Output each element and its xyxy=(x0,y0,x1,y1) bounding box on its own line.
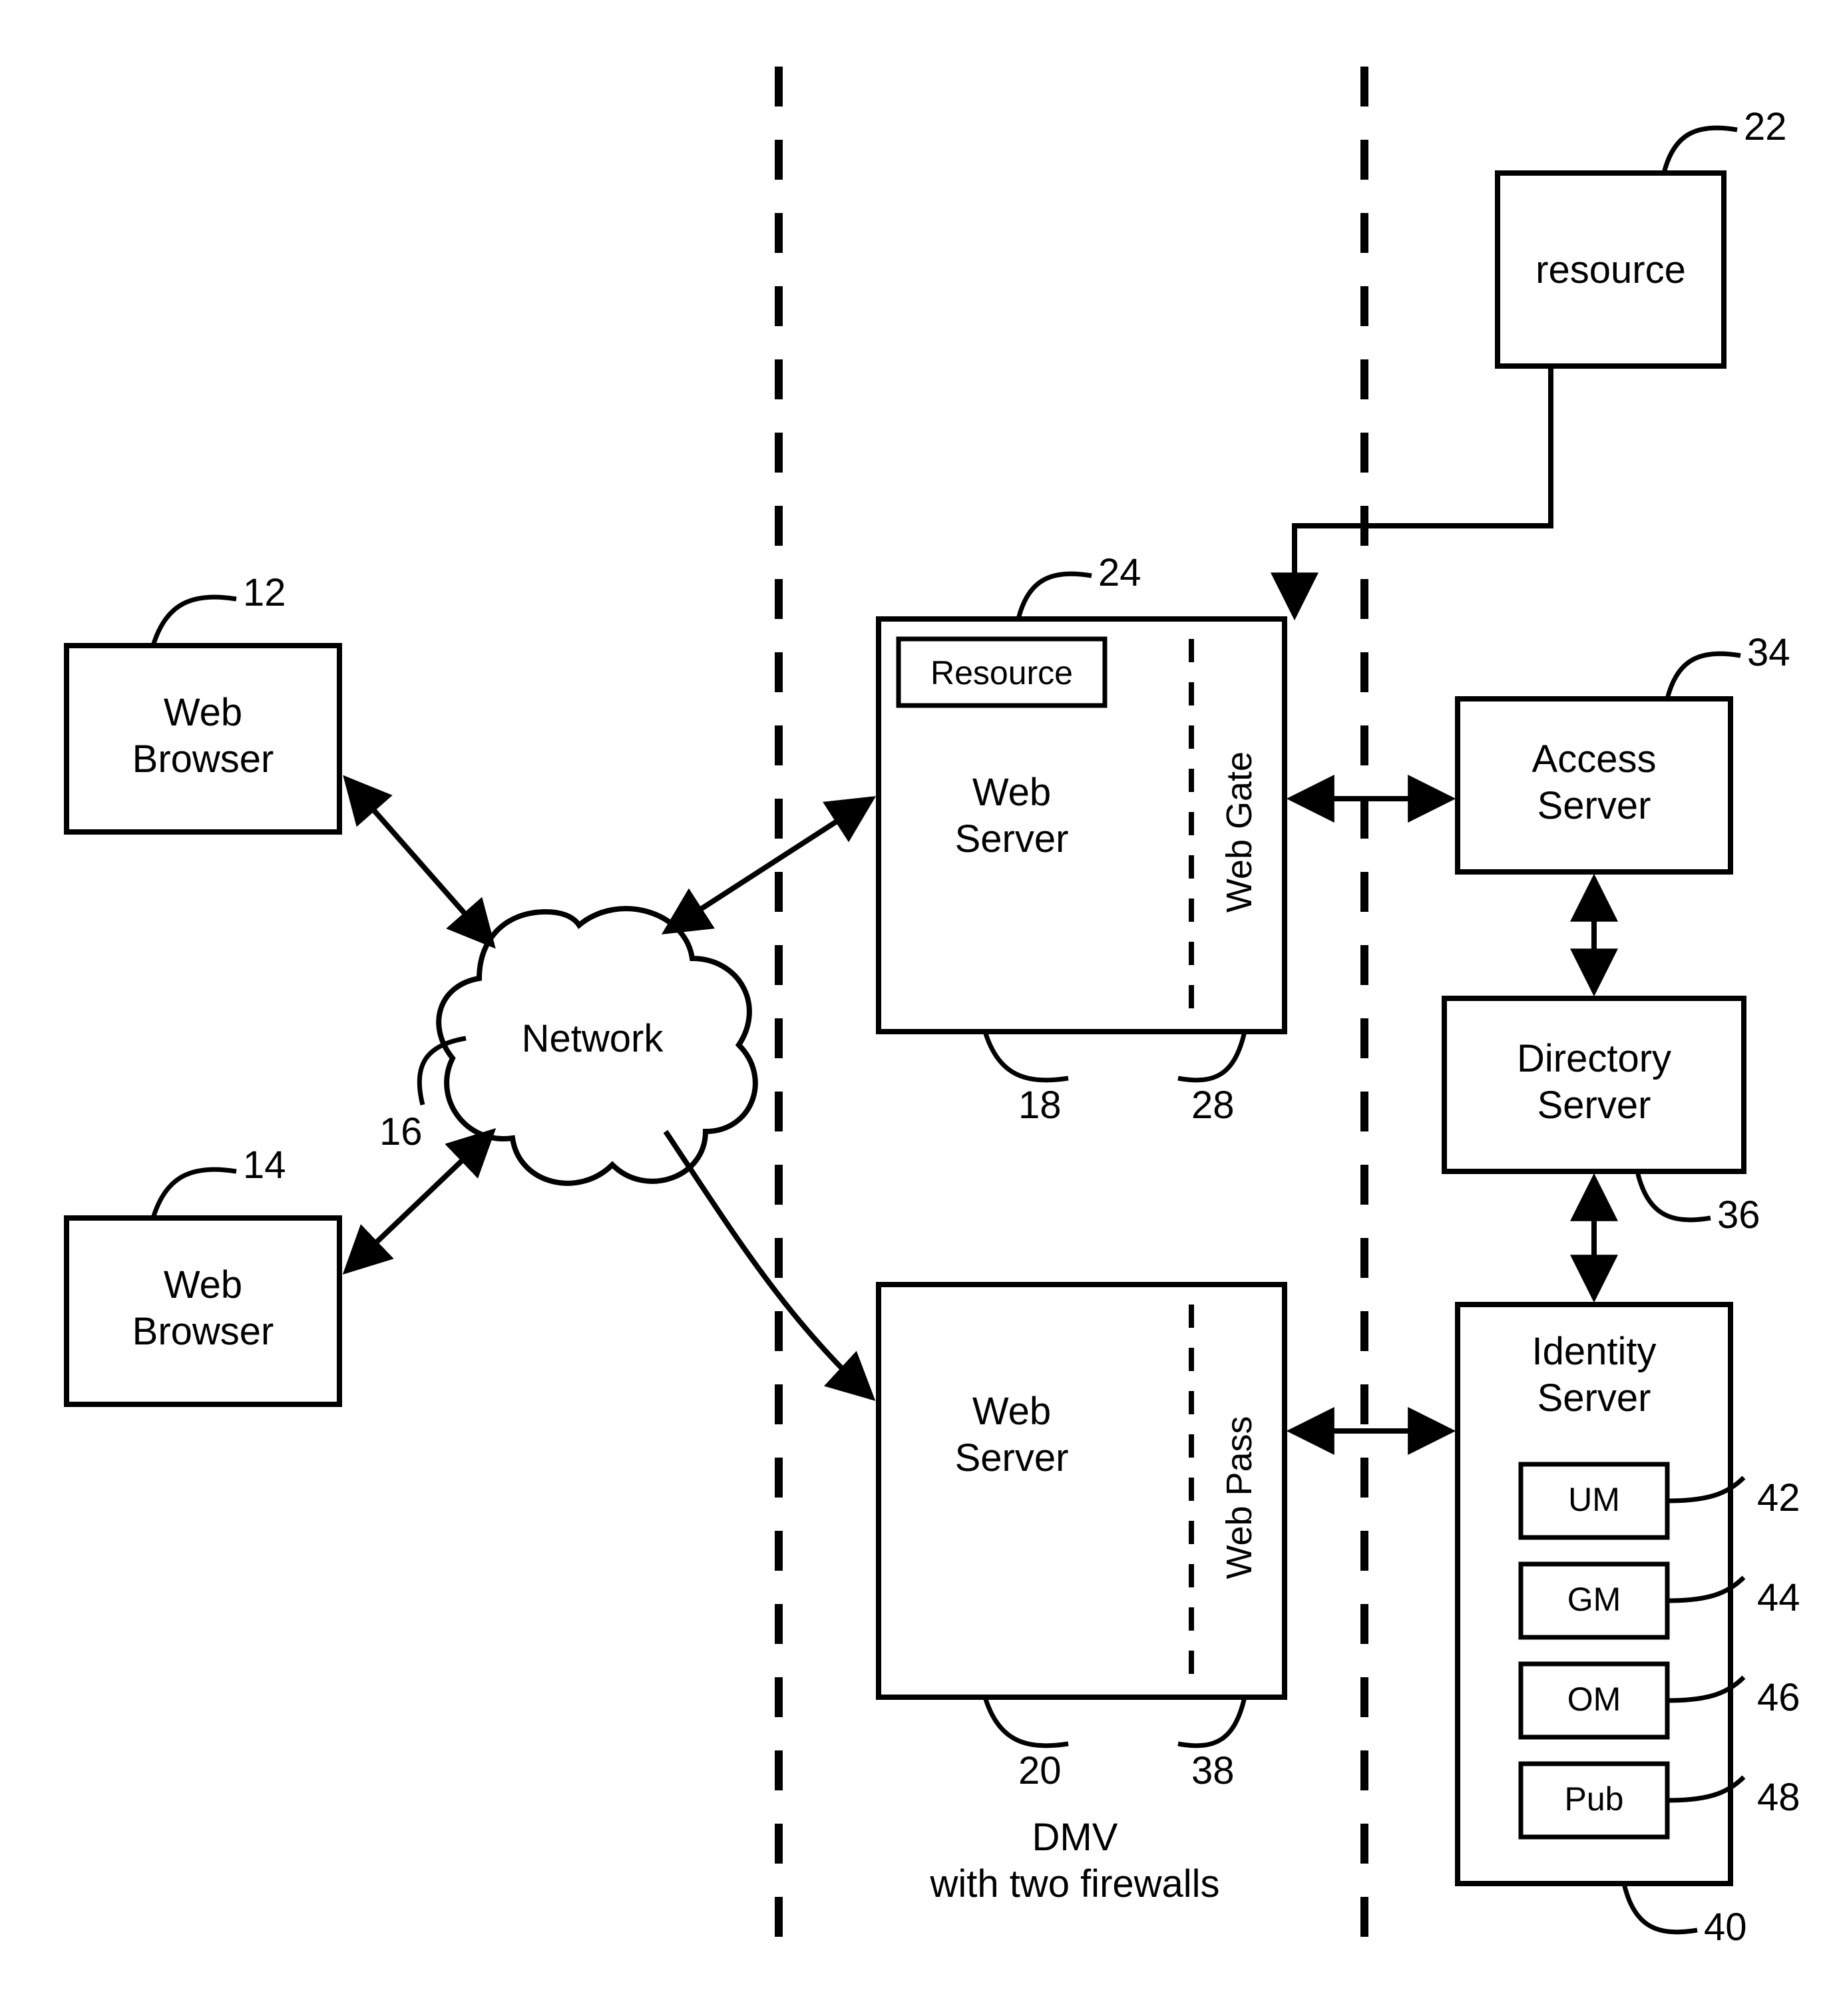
edge-browser1-network xyxy=(346,779,493,945)
gm-label: GM xyxy=(1567,1581,1621,1618)
web-gate-ref: 28 xyxy=(1191,1084,1235,1127)
identity-server-ref: 40 xyxy=(1704,1906,1747,1949)
um-ref: 42 xyxy=(1757,1476,1800,1519)
resource-inner-label: Resource xyxy=(930,654,1073,692)
web-server-1-ref: 18 xyxy=(1018,1084,1062,1127)
directory-server-label-l1: Directory xyxy=(1517,1037,1671,1080)
web-browser-2-ref: 14 xyxy=(243,1143,286,1187)
resource-ref: 22 xyxy=(1744,105,1787,148)
web-gate-label: Web Gate xyxy=(1219,751,1259,912)
diagram-canvas: Web Browser 12 Web Browser 14 Network 16… xyxy=(0,0,1831,2016)
web-pass-label: Web Pass xyxy=(1219,1416,1259,1579)
directory-server-label-l2: Server xyxy=(1537,1084,1651,1127)
edge-network-webserver1 xyxy=(666,799,872,932)
web-server-2-label-l1: Web xyxy=(972,1390,1051,1433)
web-browser-1: Web Browser 12 xyxy=(67,571,339,832)
caption-line1: DMV xyxy=(1032,1816,1118,1859)
um-label: UM xyxy=(1568,1481,1620,1518)
network-label: Network xyxy=(522,1017,664,1060)
network-cloud: Network 16 xyxy=(379,908,755,1183)
web-browser-2: Web Browser 14 xyxy=(67,1143,339,1404)
access-server-ref: 34 xyxy=(1747,631,1790,674)
web-browser-1-label-l2: Browser xyxy=(132,737,274,781)
access-server-label-l1: Access xyxy=(1532,737,1657,781)
directory-server-ref: 36 xyxy=(1717,1193,1760,1237)
edge-network-webserver2 xyxy=(666,1131,872,1398)
web-server-2: Web Pass Web Server 20 38 xyxy=(879,1285,1285,1792)
edge-resource-webserver1 xyxy=(1295,366,1551,616)
web-browser-1-label-l1: Web xyxy=(164,691,242,734)
om-label: OM xyxy=(1567,1681,1621,1718)
resource-label: resource xyxy=(1535,248,1686,292)
web-browser-1-ref: 12 xyxy=(243,571,286,614)
caption-line2: with two firewalls xyxy=(929,1862,1219,1906)
identity-server-label-l2: Server xyxy=(1537,1376,1651,1420)
web-server-1: Resource Web Gate Web Server 18 28 24 xyxy=(879,551,1285,1127)
resource-inner-ref: 24 xyxy=(1098,551,1141,594)
gm-ref: 44 xyxy=(1757,1576,1800,1619)
pub-label: Pub xyxy=(1565,1780,1624,1818)
access-server-label-l2: Server xyxy=(1537,784,1651,827)
identity-server-label-l1: Identity xyxy=(1532,1330,1657,1373)
network-ref: 16 xyxy=(379,1110,423,1153)
om-ref: 46 xyxy=(1757,1676,1800,1719)
web-server-2-ref: 20 xyxy=(1018,1749,1062,1792)
web-server-1-label-l1: Web xyxy=(972,771,1051,814)
web-server-1-label-l2: Server xyxy=(955,817,1069,861)
web-browser-2-label-l2: Browser xyxy=(132,1310,274,1353)
web-pass-ref: 38 xyxy=(1191,1749,1235,1792)
web-browser-2-label-l1: Web xyxy=(164,1263,242,1307)
resource-box: resource 22 xyxy=(1498,105,1787,366)
web-server-2-label-l2: Server xyxy=(955,1436,1069,1480)
identity-server: Identity Server UM 42 GM 44 OM 46 Pub 48… xyxy=(1458,1305,1800,1949)
directory-server: Directory Server 36 xyxy=(1444,998,1760,1237)
access-server: Access Server 34 xyxy=(1458,631,1790,872)
pub-ref: 48 xyxy=(1757,1776,1800,1819)
